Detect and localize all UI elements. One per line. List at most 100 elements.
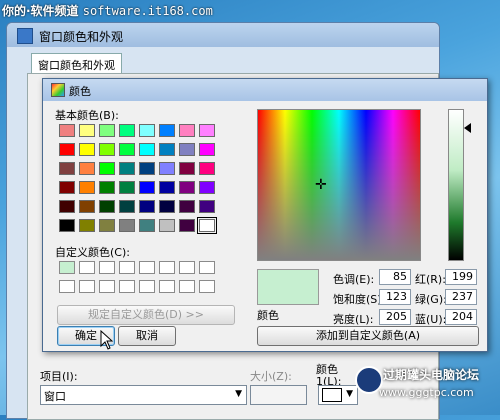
basic-color-swatch[interactable]: [199, 200, 215, 213]
crosshair-icon: ✛: [315, 177, 327, 193]
hue-label: 色调(E):: [333, 273, 375, 286]
custom-color-swatch[interactable]: [159, 261, 175, 274]
luminance-slider[interactable]: [448, 109, 464, 261]
custom-color-swatch[interactable]: [59, 280, 75, 293]
custom-color-swatch[interactable]: [199, 280, 215, 293]
custom-color-swatch[interactable]: [139, 280, 155, 293]
green-input[interactable]: 237: [445, 289, 477, 305]
basic-color-swatch[interactable]: [59, 181, 75, 194]
custom-color-swatch[interactable]: [119, 280, 135, 293]
size-spinner[interactable]: [250, 385, 307, 405]
basic-color-swatch[interactable]: [119, 219, 135, 232]
basic-color-swatch[interactable]: [139, 124, 155, 137]
item-select-value: 窗口: [44, 390, 66, 403]
item-select[interactable]: 窗口 ▼: [40, 385, 247, 405]
basic-color-swatch[interactable]: [139, 143, 155, 156]
basic-color-swatch[interactable]: [79, 143, 95, 156]
blue-label: 蓝(U):: [415, 313, 447, 326]
basic-color-swatch[interactable]: [159, 162, 175, 175]
add-to-custom-colors-button[interactable]: 添加到自定义颜色(A): [257, 326, 479, 346]
basic-color-swatch[interactable]: [79, 219, 95, 232]
basic-color-swatch[interactable]: [139, 162, 155, 175]
basic-color-swatch[interactable]: [179, 219, 195, 232]
basic-color-swatch[interactable]: [99, 219, 115, 232]
custom-color-swatch[interactable]: [119, 261, 135, 274]
red-input[interactable]: 199: [445, 269, 477, 285]
basic-color-swatch[interactable]: [99, 124, 115, 137]
basic-color-swatch[interactable]: [159, 219, 175, 232]
basic-color-swatch[interactable]: [59, 162, 75, 175]
basic-color-swatch[interactable]: [119, 162, 135, 175]
basic-color-swatch[interactable]: [179, 124, 195, 137]
basic-color-swatch[interactable]: [139, 181, 155, 194]
color-spectrum[interactable]: ✛: [257, 109, 421, 261]
basic-color-swatch[interactable]: [99, 162, 115, 175]
custom-color-swatch[interactable]: [99, 280, 115, 293]
basic-color-swatch[interactable]: [119, 181, 135, 194]
basic-color-swatch[interactable]: [139, 200, 155, 213]
custom-color-swatch[interactable]: [159, 280, 175, 293]
define-custom-colors-button[interactable]: 规定自定义颜色(D) >>: [57, 305, 235, 325]
logo-text: 过期罐头电脑论坛: [383, 368, 480, 382]
custom-color-swatch[interactable]: [79, 280, 95, 293]
basic-color-swatch[interactable]: [99, 181, 115, 194]
basic-color-swatch[interactable]: [79, 181, 95, 194]
red-label: 红(R):: [415, 273, 446, 286]
basic-color-swatch[interactable]: [179, 162, 195, 175]
color-dialog-title: 颜色: [69, 85, 91, 98]
basic-color-swatch[interactable]: [79, 162, 95, 175]
custom-color-swatch[interactable]: [79, 261, 95, 274]
custom-colors-label: 自定义颜色(C):: [55, 246, 130, 259]
basic-color-swatch[interactable]: [199, 162, 215, 175]
blue-input[interactable]: 204: [445, 309, 477, 325]
luminance-input[interactable]: 205: [379, 309, 411, 325]
chevron-down-icon: ▼: [346, 389, 353, 399]
basic-color-swatch[interactable]: [159, 124, 175, 137]
basic-color-swatch[interactable]: [159, 143, 175, 156]
basic-color-swatch[interactable]: [199, 143, 215, 156]
basic-color-swatch[interactable]: [99, 143, 115, 156]
basic-color-swatch[interactable]: [199, 124, 215, 137]
window-icon: [17, 28, 33, 44]
basic-color-swatch[interactable]: [159, 200, 175, 213]
basic-color-swatch[interactable]: [59, 124, 75, 137]
color-preview: [257, 269, 319, 305]
custom-color-swatch[interactable]: [179, 261, 195, 274]
color1-swatch: [322, 388, 342, 402]
custom-color-swatch[interactable]: [199, 261, 215, 274]
basic-color-swatch[interactable]: [79, 124, 95, 137]
hue-input[interactable]: 85: [379, 269, 411, 285]
basic-color-swatch[interactable]: [159, 181, 175, 194]
color-solid-label: 颜色: [257, 309, 279, 322]
basic-color-swatch[interactable]: [179, 200, 195, 213]
basic-color-swatch[interactable]: [179, 143, 195, 156]
custom-color-swatch[interactable]: [59, 261, 75, 274]
basic-color-swatch[interactable]: [79, 200, 95, 213]
cancel-button[interactable]: 取消: [118, 326, 176, 346]
basic-color-swatch[interactable]: [99, 200, 115, 213]
appearance-title: 窗口颜色和外观: [39, 30, 124, 44]
saturation-input[interactable]: 123: [379, 289, 411, 305]
basic-color-swatch[interactable]: [139, 219, 155, 232]
custom-color-swatch[interactable]: [139, 261, 155, 274]
basic-color-swatch[interactable]: [59, 219, 75, 232]
basic-color-swatch[interactable]: [119, 200, 135, 213]
chevron-down-icon: ▼: [235, 389, 242, 399]
basic-color-swatch[interactable]: [119, 124, 135, 137]
color1-button[interactable]: ▼: [318, 385, 358, 405]
color-dialog-titlebar: 颜色: [43, 79, 487, 101]
basic-color-swatch[interactable]: [197, 217, 217, 234]
basic-color-swatch[interactable]: [59, 200, 75, 213]
green-label: 绿(G):: [415, 293, 447, 306]
custom-color-swatch[interactable]: [99, 261, 115, 274]
basic-color-swatch[interactable]: [179, 181, 195, 194]
custom-color-swatch[interactable]: [179, 280, 195, 293]
basic-color-swatch[interactable]: [199, 181, 215, 194]
basic-color-swatch[interactable]: [59, 143, 75, 156]
appearance-titlebar: 窗口颜色和外观: [7, 23, 439, 47]
basic-colors-label: 基本颜色(B):: [55, 109, 119, 122]
luminance-label: 亮度(L):: [333, 313, 374, 326]
basic-color-swatch[interactable]: [119, 143, 135, 156]
slider-arrow-icon[interactable]: [464, 123, 471, 133]
color-dialog: 颜色 基本颜色(B): 自定义颜色(C): 规定自定义颜色(D) >> 确定 取…: [42, 78, 488, 352]
